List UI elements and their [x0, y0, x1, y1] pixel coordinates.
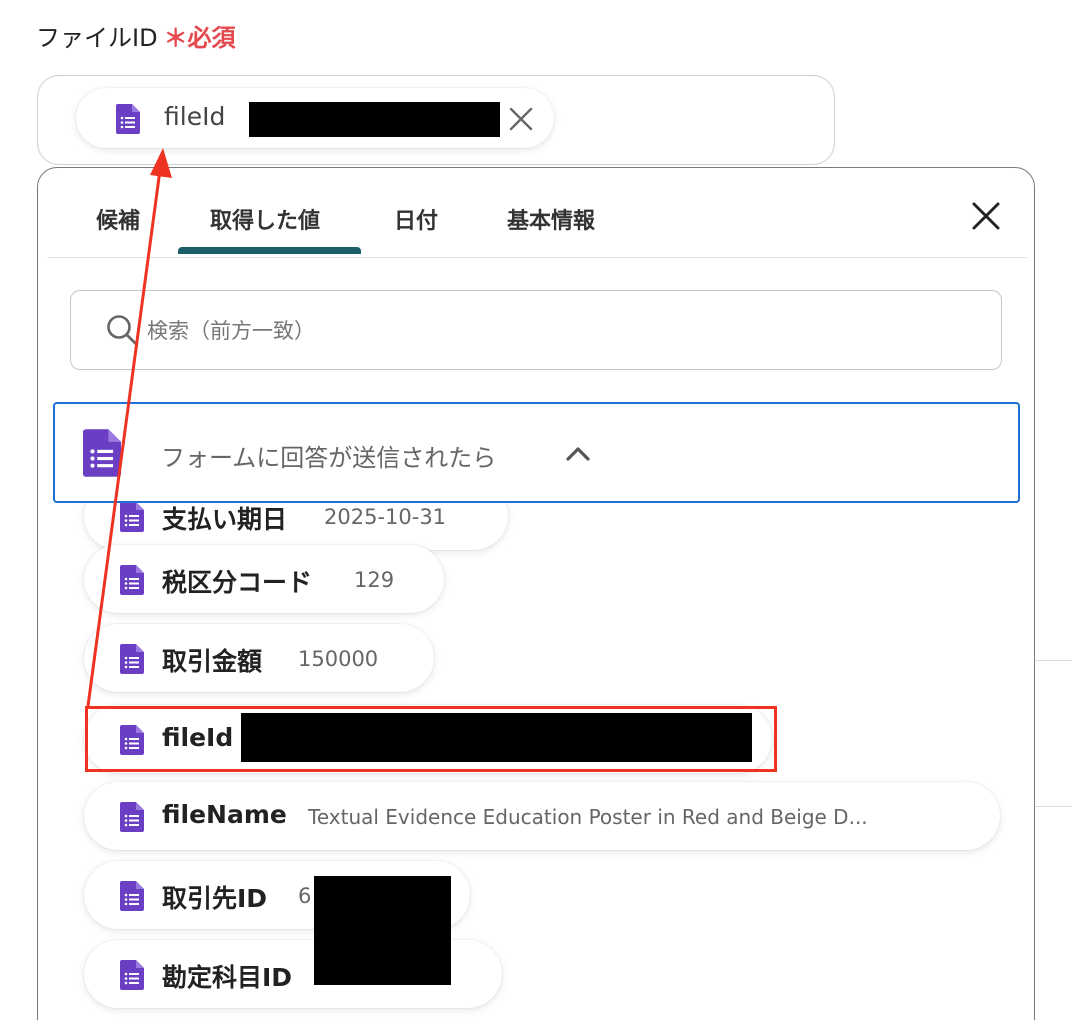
annotation-arrow	[86, 148, 172, 707]
